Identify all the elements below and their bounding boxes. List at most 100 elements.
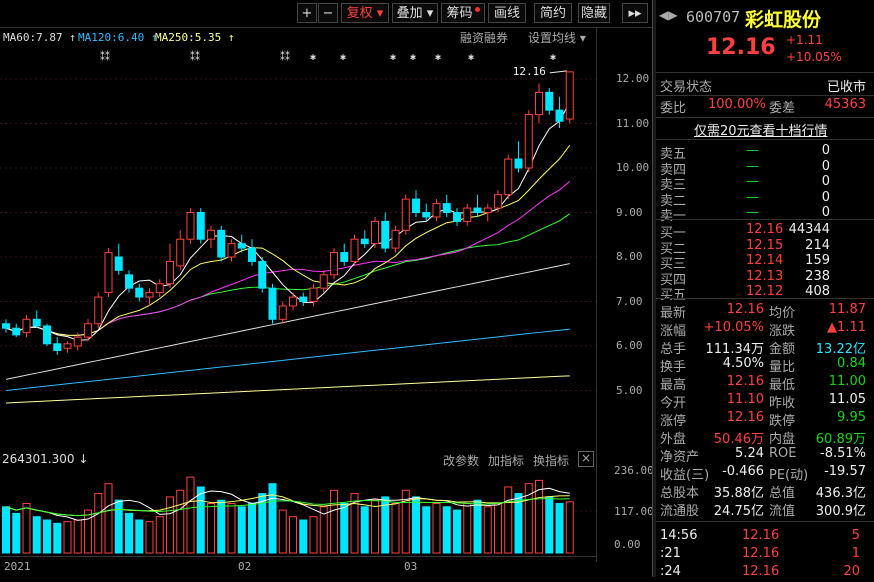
level-price: 12.14 <box>746 253 784 268</box>
event-marker[interactable]: ✱ <box>550 52 556 63</box>
stat-value: 24.75亿 <box>713 504 764 519</box>
candle-body <box>135 287 144 298</box>
gaicanshu-link[interactable]: 改参数 <box>443 452 479 469</box>
candle-body <box>299 296 308 302</box>
candle-body <box>340 252 349 262</box>
max-price-pointer <box>549 70 567 74</box>
stat-row: 总手 111.34万 金额 13.22亿 <box>656 338 874 357</box>
huaxian-button[interactable]: 画线 <box>488 3 526 23</box>
huanzhibiao-link[interactable]: 换指标 <box>533 452 569 469</box>
date-label-02: 02 <box>238 560 252 573</box>
volume-bar <box>94 493 103 554</box>
fuquan-button[interactable]: 复权 ▾ <box>341 3 389 23</box>
stat-value: +10.05% <box>703 320 764 335</box>
event-marker[interactable]: ✱ <box>410 52 416 63</box>
event-marker[interactable]: ✱ <box>435 52 441 63</box>
volume-bar <box>555 503 564 554</box>
sell-row: 卖一 —0 <box>656 205 874 224</box>
stock-code: 600707 <box>686 8 741 26</box>
candle-body <box>186 212 195 240</box>
volume-bar <box>84 509 92 554</box>
candle-body <box>207 229 215 240</box>
candle-body <box>422 212 431 218</box>
stat-label: 昨收 <box>769 396 796 411</box>
price-tick: 7.00 <box>616 294 643 308</box>
divider <box>656 139 874 140</box>
candle-body <box>114 256 123 271</box>
stock-change: +1.11 <box>786 33 823 47</box>
chouma-button[interactable]: 筹码 <box>441 3 485 23</box>
stat-label: 最新 <box>660 306 687 321</box>
ma5-line <box>5 101 571 341</box>
event-marker[interactable]: ✱ <box>468 52 474 63</box>
volume-bar <box>360 506 369 554</box>
volume-bar <box>545 496 554 554</box>
event-marker[interactable]: ⁑⁑ <box>190 51 200 63</box>
jianyue-button[interactable]: 简约 <box>534 3 572 23</box>
volume-bar <box>412 496 420 554</box>
volume-bar <box>565 501 574 554</box>
stat-label: 换手 <box>660 360 687 375</box>
candle-body <box>504 158 513 196</box>
new-dot-icon <box>474 7 480 12</box>
candle-body <box>309 287 318 302</box>
candle-body <box>63 343 72 349</box>
stat-row: 净资产 5.24 ROE -8.51% <box>656 446 874 465</box>
volume-bar <box>483 506 492 554</box>
candle-body <box>258 260 267 289</box>
tick-row: 14:56 12.16 5 <box>656 528 874 546</box>
volume-chart[interactable] <box>0 469 596 555</box>
stat-value: 60.89万 <box>815 432 866 447</box>
stat-label: 跌停 <box>769 414 796 429</box>
volume-bar <box>104 483 113 554</box>
stat-label: 涨幅 <box>660 324 687 339</box>
volume-bar <box>278 509 287 554</box>
date-label-2021: 2021 <box>4 560 31 573</box>
stat-label: 收益(三) <box>660 468 710 483</box>
price-tick: 11.00 <box>616 116 650 130</box>
volume-bar <box>186 476 195 554</box>
candle-body <box>319 274 328 289</box>
volume-bar <box>12 512 21 554</box>
event-marker[interactable]: ⁑⁑ <box>280 51 290 63</box>
yincang-button[interactable]: 隐藏 <box>578 3 610 23</box>
stat-value: -8.51% <box>820 446 866 461</box>
stat-value: 50.46万 <box>713 432 764 447</box>
event-marker[interactable]: ✱ <box>310 52 316 63</box>
stat-value: 4.50% <box>722 356 764 371</box>
volume-bar <box>166 496 174 554</box>
promo-link[interactable]: 仅需20元查看十档行情 <box>694 120 828 139</box>
candle-body <box>145 292 154 298</box>
candle-body <box>268 287 277 320</box>
volume-bar <box>268 483 277 554</box>
level-volume: 214 <box>805 237 830 253</box>
close-icon[interactable]: × <box>578 451 594 467</box>
candle-body <box>473 207 482 214</box>
expand-icon[interactable]: ▸▸ <box>622 3 648 23</box>
candle-body <box>278 305 287 320</box>
axis-divider <box>596 27 597 562</box>
jiazhibiao-link[interactable]: 加指标 <box>488 452 524 469</box>
stat-value: 436.3亿 <box>815 486 866 501</box>
stat-row: 流通股 24.75亿 流值 300.9亿 <box>656 500 874 519</box>
event-marker[interactable]: ✱ <box>390 52 396 63</box>
level-volume: 0 <box>821 205 830 220</box>
candle-body <box>555 109 564 122</box>
chart-toolbar: + − 复权 ▾ 叠加 ▾ 筹码 画线 简约 隐藏 ▸▸ <box>0 0 652 28</box>
candle-body <box>94 296 103 325</box>
stat-label: 内盘 <box>769 432 796 447</box>
volume-bar <box>299 519 308 554</box>
diejia-button[interactable]: 叠加 ▾ <box>392 3 438 23</box>
divider <box>656 521 874 522</box>
candle-body <box>227 243 236 258</box>
zoom-out-button[interactable]: − <box>318 3 338 23</box>
event-marker[interactable]: ⁑⁑ <box>100 51 110 63</box>
nav-arrows-icon[interactable]: ◀▶ <box>659 8 677 22</box>
candle-body <box>2 323 10 329</box>
stat-value: 0.84 <box>837 356 866 371</box>
kline-chart[interactable]: ⁑⁑ ⁑⁑ ⁑⁑ ✱ ✱ ✱ ✱ ✱ ✱ ✱ 12.16 <box>0 27 596 452</box>
level-price: — <box>746 189 759 205</box>
event-marker[interactable]: ✱ <box>340 52 346 63</box>
stat-row: 涨停 12.16 跌停 9.95 <box>656 410 874 429</box>
zoom-in-button[interactable]: + <box>297 3 317 23</box>
